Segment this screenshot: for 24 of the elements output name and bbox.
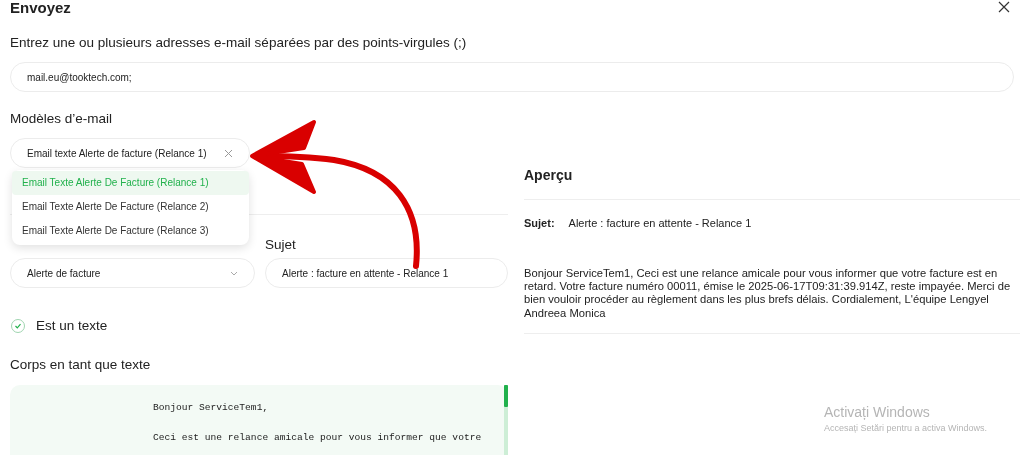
checkbox-label: Est un texte <box>36 318 108 333</box>
field-label: Sujet <box>265 237 296 252</box>
template-combobox[interactable]: Email texte Alerte de facture (Relance 1) <box>10 138 250 168</box>
category-select[interactable]: Alerte de facture <box>10 258 255 288</box>
activation-text: Accesați Setări pentru a activa Windows. <box>824 422 989 433</box>
subject-label: Sujet: <box>524 217 555 229</box>
preview-body: Bonjour ServiceTem1, Ceci est une relance amicale pour vous informer que votre facture est en retard. Votre facture numéro 00011, émise le 2025-06-17T09:31:39.914Z, reste impayée. Merci de bien vouloir procéder au règlement dans les plus brefs délais. Cordialement, L'équipe Lengyel Andreea Monica <box>524 267 1012 320</box>
subject-input[interactable]: Alerte : facture en attente - Relance 1 <box>265 258 508 288</box>
field-label: Entrez une ou plusieurs adresses e-mail séparées par des points-virgules (;) <box>10 35 467 50</box>
chevron-down-icon <box>230 270 238 276</box>
dialog-title: Envoyez <box>10 0 71 16</box>
clear-icon[interactable] <box>224 148 233 158</box>
activation-title: Activați Windows <box>824 403 931 420</box>
scrollbar[interactable] <box>504 385 508 455</box>
dropdown-option[interactable]: Email Texte Alerte De Facture (Relance 2) <box>12 195 249 219</box>
code-editor[interactable]: Bonjour ServiceTem1, Ceci est une relance amicale pour vous informer que votre <box>10 385 508 455</box>
check-icon <box>14 321 22 330</box>
subject-text: Alerte : facture en attente - Relance 1 <box>568 217 752 229</box>
email-input[interactable]: mail.eu@tooktech.com; <box>10 62 1014 92</box>
field-label: Modèles d’e-mail <box>10 111 113 126</box>
close-icon[interactable] <box>998 1 1010 13</box>
field-label: Corps en tant que texte <box>10 357 151 372</box>
preview-title: Aperçu <box>524 167 573 183</box>
dropdown-option[interactable]: Email Texte Alerte De Facture (Relance 3) <box>12 219 249 243</box>
